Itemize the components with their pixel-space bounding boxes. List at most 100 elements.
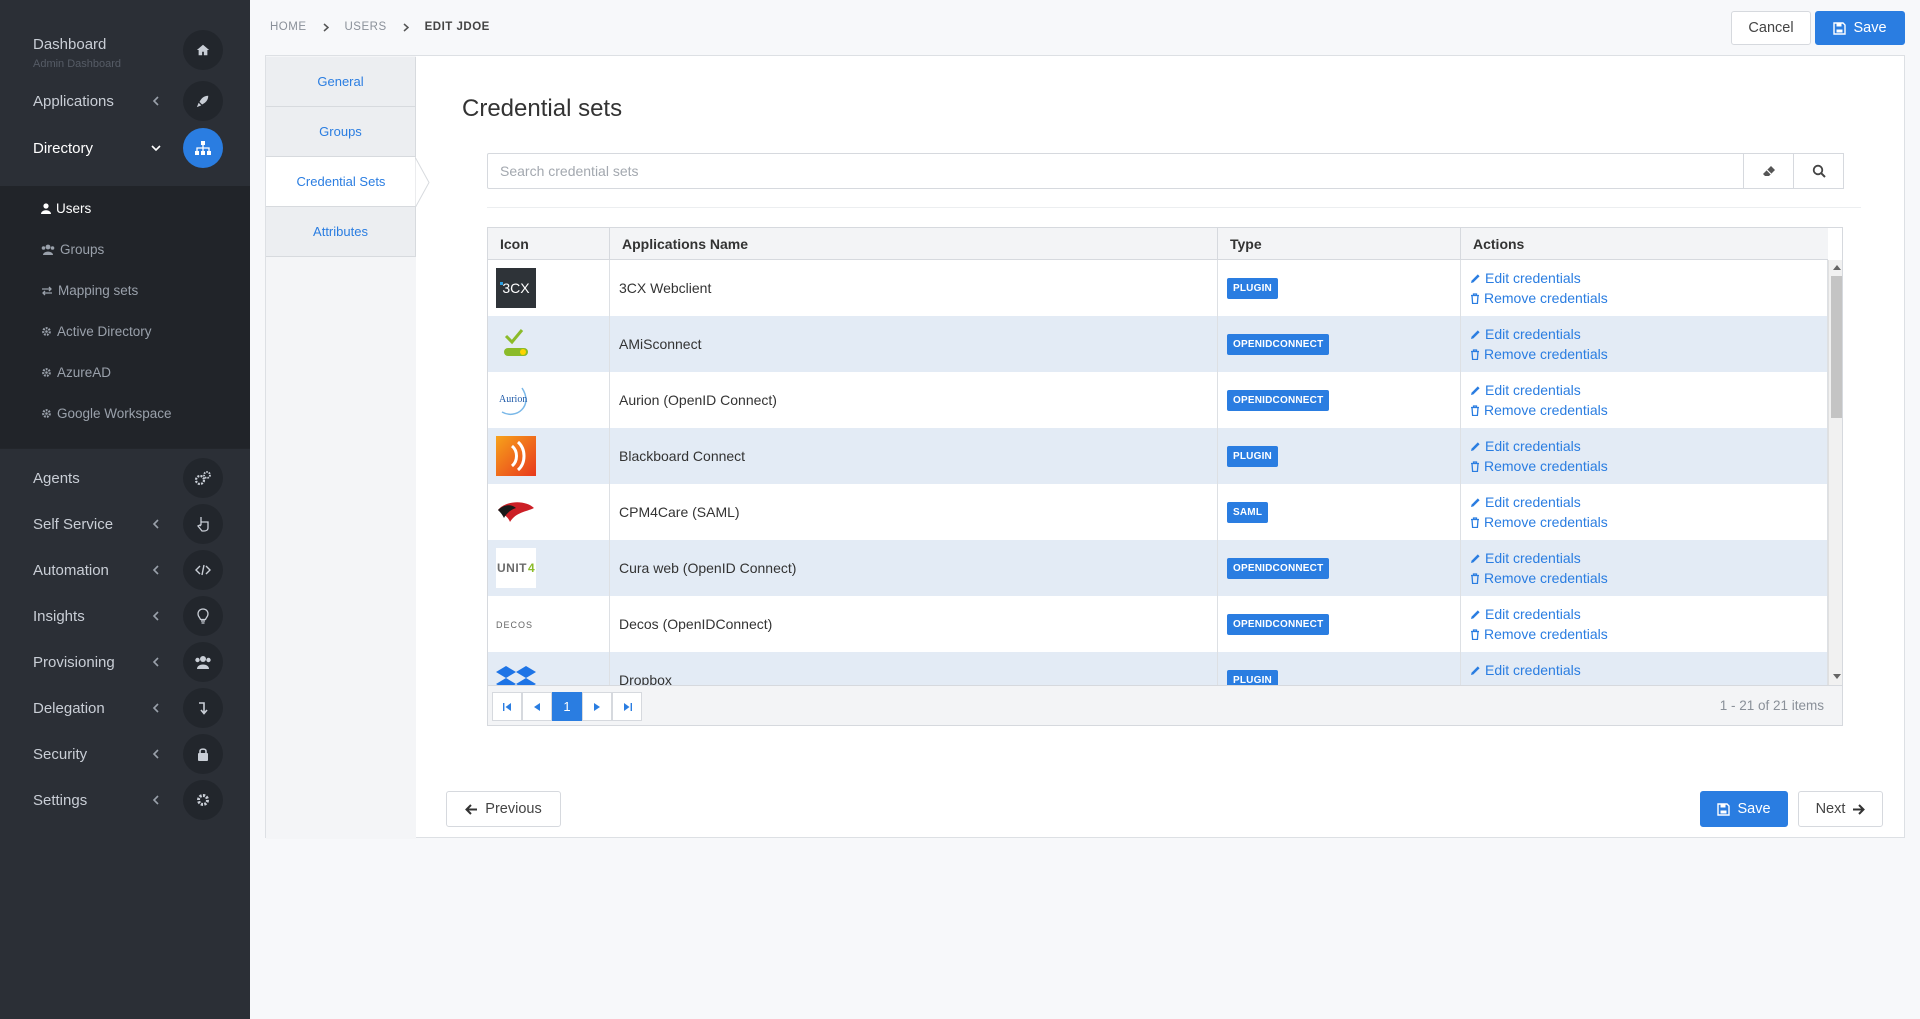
scroll-up-arrow-icon[interactable] xyxy=(1833,265,1841,270)
edit-credentials-link[interactable]: Edit credentials xyxy=(1470,382,1581,398)
chevron-right-icon xyxy=(403,22,409,32)
sidebar-item-self-service[interactable]: Self Service xyxy=(0,501,250,547)
cancel-button[interactable]: Cancel xyxy=(1731,11,1811,45)
lightbulb-icon xyxy=(183,596,223,636)
previous-page-button[interactable] xyxy=(522,692,552,721)
sidebar-item-settings[interactable]: Settings xyxy=(0,777,250,823)
grid-body: 3CX 3CX Webclient PLUGIN Edit credential… xyxy=(488,260,1828,685)
users-icon xyxy=(41,244,55,255)
divider xyxy=(487,207,1861,208)
subnav-item-google-workspace[interactable]: Google Workspace xyxy=(41,406,172,421)
decos-logo: DECOS xyxy=(496,604,536,644)
edit-credentials-link[interactable]: Edit credentials xyxy=(1470,662,1581,678)
search-input[interactable] xyxy=(488,154,1742,188)
sidebar-item-automation[interactable]: Automation xyxy=(0,547,250,593)
column-header-icon[interactable]: Icon xyxy=(488,228,610,260)
sidebar-item-label: Self Service xyxy=(33,515,114,533)
search-button[interactable] xyxy=(1793,153,1844,189)
sidebar-item-agents[interactable]: Agents xyxy=(0,455,250,501)
breadcrumb-home[interactable]: HOME xyxy=(270,21,307,33)
first-page-button[interactable] xyxy=(492,692,522,721)
breadcrumb-users[interactable]: USERS xyxy=(345,21,387,33)
tab-attributes[interactable]: Attributes xyxy=(266,207,416,257)
clear-search-button[interactable] xyxy=(1743,153,1794,189)
edit-credentials-link[interactable]: Edit credentials xyxy=(1470,494,1581,510)
remove-credentials-link[interactable]: Remove credentials xyxy=(1470,402,1608,418)
sidebar-item-insights[interactable]: Insights xyxy=(0,593,250,639)
chevron-left-icon xyxy=(150,95,162,107)
next-page-icon xyxy=(594,702,600,711)
chevron-down-icon xyxy=(150,142,162,154)
gear-icon xyxy=(183,780,223,820)
blackboard-logo xyxy=(496,436,536,476)
tab-credential-sets[interactable]: Credential Sets xyxy=(266,157,416,207)
subnav-item-users[interactable]: Users xyxy=(41,201,91,216)
last-page-button[interactable] xyxy=(612,692,642,721)
edit-credentials-link[interactable]: Edit credentials xyxy=(1470,270,1581,286)
cancel-button-label: Cancel xyxy=(1748,20,1794,36)
sidebar-item-sublabel: Admin Dashboard xyxy=(33,58,122,70)
type-badge: OPENIDCONNECT xyxy=(1227,613,1330,635)
column-header-name[interactable]: Applications Name xyxy=(610,228,1218,260)
chevron-left-icon xyxy=(150,748,162,760)
subnav-item-label: Active Directory xyxy=(57,324,152,339)
sidebar-item-applications[interactable]: Applications xyxy=(0,78,250,124)
remove-credentials-link[interactable]: Remove credentials xyxy=(1470,458,1608,474)
edit-credentials-label: Edit credentials xyxy=(1485,270,1581,286)
trash-icon xyxy=(1471,460,1479,472)
column-header-actions[interactable]: Actions xyxy=(1461,228,1828,260)
grid-scrollbar[interactable] xyxy=(1828,260,1842,685)
remove-credentials-label: Remove credentials xyxy=(1484,570,1608,586)
remove-credentials-link[interactable]: Remove credentials xyxy=(1470,626,1608,642)
level-down-icon xyxy=(183,688,223,728)
pencil-icon xyxy=(1471,553,1480,563)
tab-groups[interactable]: Groups xyxy=(266,107,416,157)
exchange-icon xyxy=(42,286,52,295)
sidebar-item-directory[interactable]: Directory xyxy=(0,125,250,171)
chevron-left-icon xyxy=(150,518,162,530)
next-button[interactable]: Next xyxy=(1798,791,1883,827)
page-button-current[interactable]: 1 xyxy=(552,692,582,721)
subnav-item-label: Google Workspace xyxy=(57,406,172,421)
save-button[interactable]: Save xyxy=(1815,11,1905,45)
previous-page-icon xyxy=(534,702,540,711)
tab-general[interactable]: General xyxy=(266,57,416,107)
remove-credentials-link[interactable]: Remove credentials xyxy=(1470,570,1608,586)
app-name: Aurion (OpenID Connect) xyxy=(610,372,1218,428)
pager-info: 1 - 21 of 21 items xyxy=(1719,698,1824,713)
subnav-item-active-directory[interactable]: Active Directory xyxy=(41,324,152,339)
sidebar: Dashboard Admin Dashboard Applications D… xyxy=(0,0,250,1019)
sidebar-item-security[interactable]: Security xyxy=(0,731,250,777)
save-footer-button[interactable]: Save xyxy=(1700,791,1788,827)
remove-credentials-link[interactable]: Remove credentials xyxy=(1470,290,1608,306)
next-page-button[interactable] xyxy=(582,692,612,721)
edit-credentials-label: Edit credentials xyxy=(1485,662,1581,678)
type-badge: OPENIDCONNECT xyxy=(1227,557,1330,579)
subnav-item-label: AzureAD xyxy=(57,365,112,380)
remove-credentials-link[interactable]: Remove credentials xyxy=(1470,346,1608,362)
edit-credentials-link[interactable]: Edit credentials xyxy=(1470,438,1581,454)
table-row: DECOS Decos (OpenIDConnect) OPENIDCONNEC… xyxy=(488,596,1828,652)
previous-button[interactable]: Previous xyxy=(446,791,561,827)
remove-credentials-label: Remove credentials xyxy=(1484,290,1608,306)
subnav-item-mapping-sets[interactable]: Mapping sets xyxy=(41,283,138,298)
edit-credentials-link[interactable]: Edit credentials xyxy=(1470,550,1581,566)
subnav-item-azuread[interactable]: AzureAD xyxy=(41,365,111,380)
page-title: Credential sets xyxy=(462,95,623,122)
sidebar-item-delegation[interactable]: Delegation xyxy=(0,685,250,731)
scroll-down-arrow-icon[interactable] xyxy=(1833,674,1841,679)
column-header-type[interactable]: Type xyxy=(1218,228,1461,260)
sidebar-item-label: Settings xyxy=(33,791,88,809)
type-badge: SAML xyxy=(1227,501,1269,523)
scroll-thumb[interactable] xyxy=(1831,276,1842,418)
gear-icon xyxy=(42,327,51,336)
breadcrumb: HOME USERS EDIT JDOE xyxy=(270,21,490,33)
sidebar-item-provisioning[interactable]: Provisioning xyxy=(0,639,250,685)
remove-credentials-label: Remove credentials xyxy=(1484,626,1608,642)
remove-credentials-label: Remove credentials xyxy=(1484,458,1608,474)
edit-credentials-label: Edit credentials xyxy=(1485,382,1581,398)
subnav-item-groups[interactable]: Groups xyxy=(41,242,104,257)
edit-credentials-link[interactable]: Edit credentials xyxy=(1470,606,1581,622)
edit-credentials-link[interactable]: Edit credentials xyxy=(1470,326,1581,342)
remove-credentials-link[interactable]: Remove credentials xyxy=(1470,514,1608,530)
